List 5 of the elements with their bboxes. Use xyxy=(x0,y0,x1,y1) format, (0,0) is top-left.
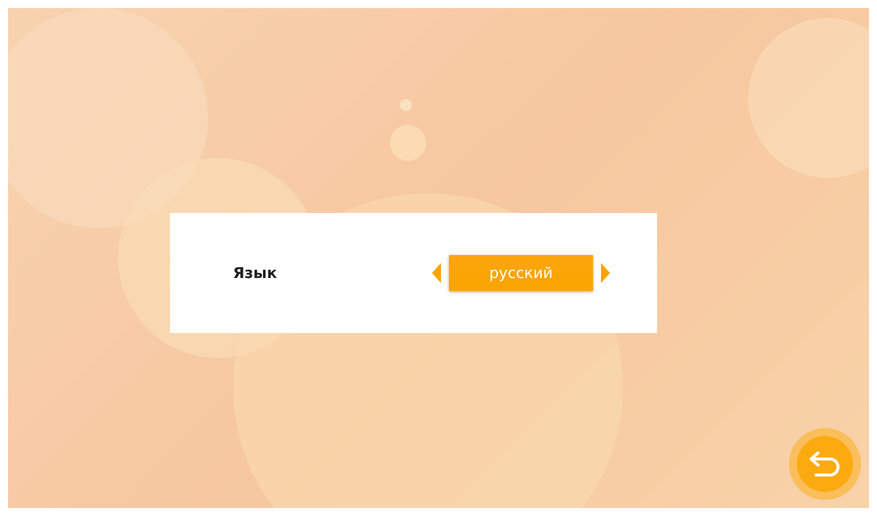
right-arrow-icon[interactable] xyxy=(599,263,611,283)
left-arrow-icon[interactable] xyxy=(431,263,443,283)
language-label: Язык xyxy=(233,264,278,282)
language-value: русский xyxy=(449,255,593,291)
return-arrow-icon xyxy=(808,449,842,479)
